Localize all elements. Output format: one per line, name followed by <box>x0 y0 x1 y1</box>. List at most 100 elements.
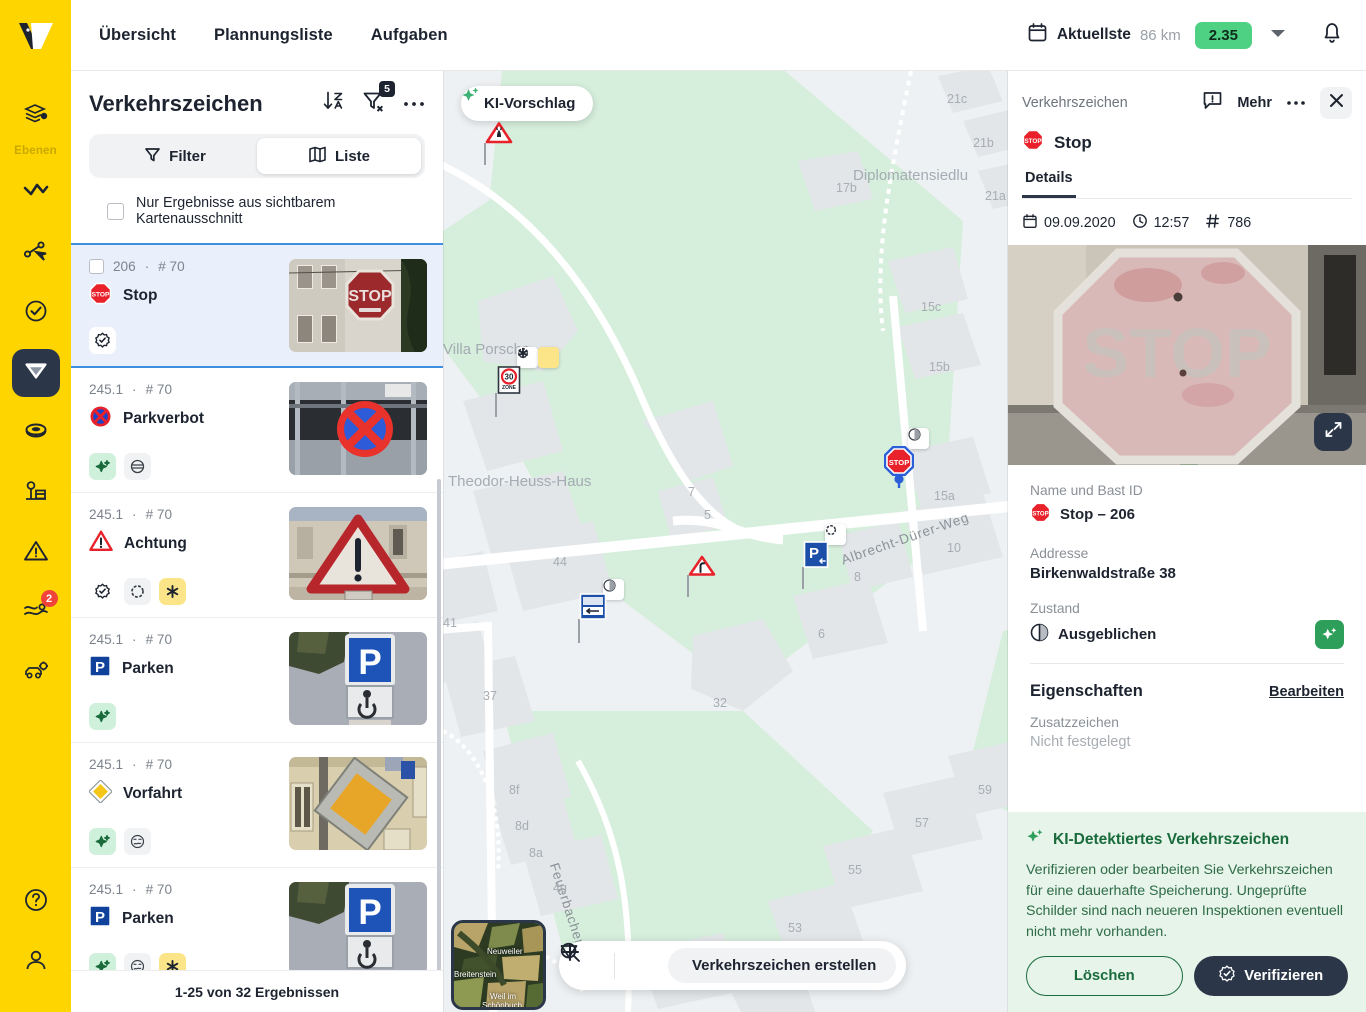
map-label-house: 17b <box>836 181 857 195</box>
ai-sparkle-icon[interactable] <box>89 703 116 730</box>
row-thumbnail[interactable] <box>289 382 427 475</box>
map-label-house: 15b <box>929 360 950 374</box>
viewport-filter-row[interactable]: Nur Ergebnisse aus sichtbarem Kartenauss… <box>89 178 425 243</box>
sidebar-item-inspection[interactable]: 2 <box>12 589 60 637</box>
tab-liste-label: Liste <box>334 147 370 165</box>
list-more-button[interactable] <box>403 95 425 113</box>
field-value-row: Ausgeblichen <box>1030 620 1344 649</box>
row-thumbnail[interactable] <box>289 507 427 600</box>
sidebar-item-vehicle[interactable] <box>12 649 60 697</box>
ai-sparkle-icon[interactable] <box>89 953 116 970</box>
minimap-thumbnail[interactable]: Neuweiler Breitenstein Weil im Schönbuch <box>451 920 546 1010</box>
tab-filter[interactable]: Filter <box>93 138 257 174</box>
row-label: Achtung <box>124 534 187 552</box>
detail-title: Stop <box>1054 132 1092 152</box>
row-thumbnail[interactable]: STOP <box>289 259 427 352</box>
more-horizontal-icon[interactable] <box>1286 94 1306 112</box>
detail-photo[interactable]: STOP <box>1008 245 1366 465</box>
sidebar-item-street-furniture[interactable] <box>12 469 60 517</box>
verify-button[interactable]: Verifizieren <box>1193 956 1348 996</box>
dotted-circle-icon[interactable] <box>124 578 151 605</box>
verified-badge-icon <box>1218 965 1236 987</box>
row-label: Parkverbot <box>123 410 204 427</box>
filter-clear-button[interactable]: 5 <box>362 81 395 118</box>
score-badge[interactable]: 2.35 <box>1194 21 1252 49</box>
sidebar-item-chart[interactable] <box>12 169 60 217</box>
viewport-checkbox[interactable] <box>107 202 124 220</box>
tab-details[interactable]: Details <box>1022 170 1076 198</box>
faded-circle-icon[interactable] <box>124 453 151 480</box>
row-badges <box>89 953 279 970</box>
stop-sign-icon: STOP <box>1030 502 1051 527</box>
edit-properties-button[interactable]: Bearbeiten <box>1269 684 1344 700</box>
asterisk-icon[interactable] <box>518 347 559 368</box>
report-issue-icon[interactable] <box>1202 90 1223 116</box>
tab-liste[interactable]: Liste <box>257 138 421 174</box>
row-thumbnail[interactable]: P <box>289 632 427 725</box>
ai-box-buttons: Löschen Verifizieren <box>1026 956 1348 996</box>
notifications-button[interactable] <box>1320 20 1344 50</box>
sidebar-item-warnings[interactable] <box>12 529 60 577</box>
map-label-house: 8a <box>529 846 543 860</box>
row-thumbnail[interactable]: P <box>289 882 427 970</box>
property-value: Nicht festgelegt <box>1030 734 1131 750</box>
help-button[interactable] <box>12 878 60 926</box>
ai-sparkle-icon[interactable] <box>89 828 116 855</box>
map-label-house: 10 <box>947 541 961 555</box>
svg-text:STOP: STOP <box>889 458 910 467</box>
list-item[interactable]: 245.1 · # 70 P Parken P <box>71 618 443 743</box>
list-item[interactable]: 206 · # 70 STOP Stop STOP <box>71 243 443 368</box>
dizzy-face-icon[interactable] <box>124 953 151 970</box>
sidebar-item-surface[interactable] <box>12 409 60 457</box>
asterisk-icon[interactable] <box>159 578 186 605</box>
account-button[interactable] <box>12 938 60 986</box>
nav-aufgaben[interactable]: Aufgaben <box>371 26 448 45</box>
delete-button[interactable]: Löschen <box>1026 956 1183 996</box>
row-thumbnail[interactable] <box>289 757 427 850</box>
ai-sparkle-icon[interactable] <box>89 453 116 480</box>
list-item[interactable]: 245.1 · # 70 <box>71 368 443 493</box>
detail-field-name: Name und Bast ID STOP Stop – 206 <box>1030 483 1344 527</box>
detail-number-value: 786 <box>1227 215 1252 231</box>
sort-az-button[interactable] <box>322 89 346 118</box>
dizzy-face-icon[interactable] <box>124 828 151 855</box>
list-scroll-area[interactable]: 206 · # 70 STOP Stop STOP 245.1 · # 70 P… <box>71 243 443 970</box>
app-logo[interactable] <box>0 0 71 71</box>
sidebar-item-traffic-signs[interactable] <box>11 349 60 397</box>
sidebar-item-layers[interactable] <box>12 91 60 139</box>
list-item[interactable]: 245.1 · # 70 <box>71 743 443 868</box>
asterisk-icon[interactable] <box>159 953 186 970</box>
top-right-controls: Aktuellste 86 km 2.35 <box>1027 20 1366 50</box>
inspection-badge: 2 <box>40 590 58 607</box>
detail-more-button[interactable]: Mehr <box>1237 95 1272 111</box>
list-item[interactable]: 245.1 · # 70 P Parken P <box>71 868 443 970</box>
verified-badge-icon[interactable] <box>89 327 116 354</box>
minimap-label: Schönbuch <box>482 1001 523 1010</box>
create-traffic-sign-button[interactable]: Verkehrszeichen erstellen <box>560 945 897 983</box>
svg-text:P: P <box>809 545 819 562</box>
sidebar-item-tasks[interactable] <box>12 289 60 337</box>
chevron-down-icon[interactable] <box>1270 26 1286 44</box>
layers-icon <box>22 99 50 132</box>
nav-plannungsliste[interactable]: Plannungsliste <box>214 26 333 45</box>
list-scrollbar[interactable] <box>437 479 441 970</box>
close-button[interactable] <box>1320 87 1352 119</box>
ai-sparkle-icon[interactable] <box>1315 620 1344 649</box>
verified-badge-icon[interactable] <box>89 578 116 605</box>
list-item[interactable]: 245.1 · # 70 <box>71 493 443 618</box>
map-add-button[interactable] <box>560 942 660 988</box>
row-checkbox[interactable] <box>89 259 104 274</box>
trend-line-icon <box>22 180 50 207</box>
sidebar-item-route[interactable] <box>12 229 60 277</box>
map-label-house: 55 <box>848 863 862 877</box>
row-badges <box>89 828 279 855</box>
row-id: # 70 <box>158 259 185 274</box>
expand-photo-button[interactable] <box>1314 413 1352 451</box>
nav-uebersicht[interactable]: Übersicht <box>99 26 176 45</box>
results-list-panel: Verkehrszeichen 5 Filter Liste Nur Ergeb… <box>71 71 443 1012</box>
date-selector[interactable]: Aktuellste 86 km <box>1027 22 1181 48</box>
detail-meta: 09.09.2020 12:57 786 <box>1008 199 1366 245</box>
ai-suggestion-chip[interactable]: KI-Vorschlag <box>461 86 594 121</box>
map-label-house: 15c <box>921 300 942 314</box>
ai-box-title-row: KI-Detektiertes Verkehrszeichen <box>1026 828 1348 851</box>
